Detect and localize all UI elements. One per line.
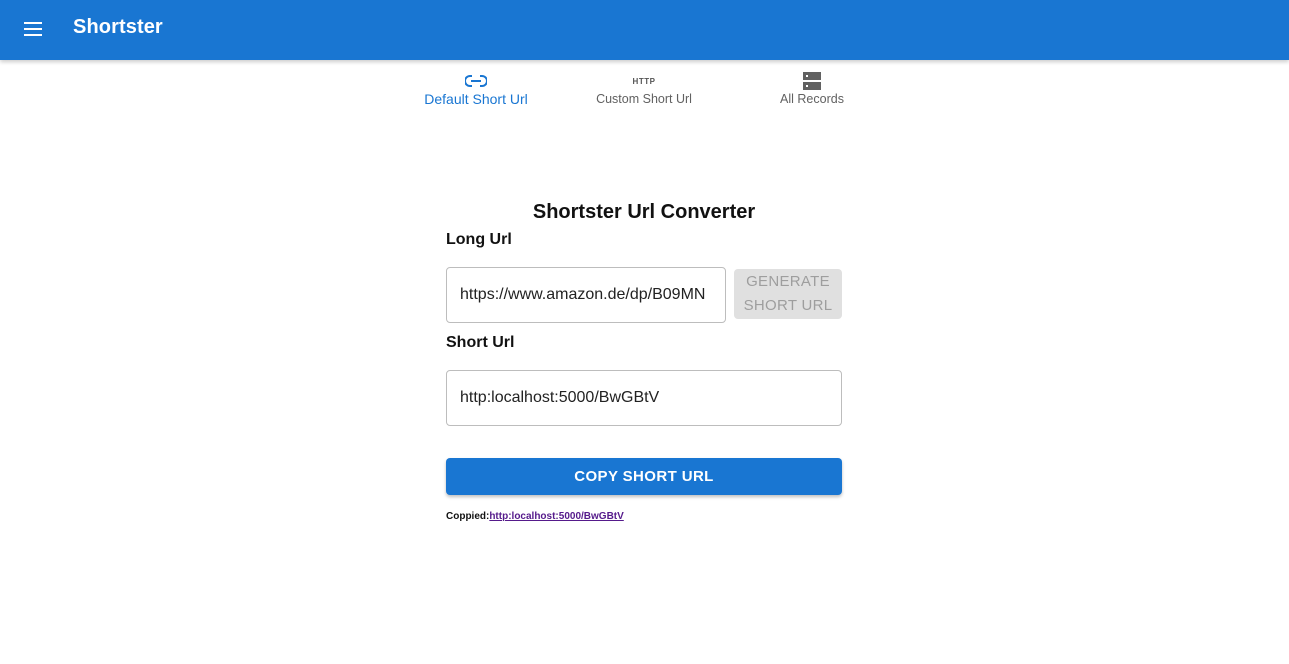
copied-status: Coppied:http:localhost:5000/BwGBtV [446, 511, 624, 522]
tab-label: Default Short Url [424, 91, 528, 107]
link-icon [465, 71, 487, 91]
short-url-input[interactable]: http:localhost:5000/BwGBtV [446, 370, 842, 426]
menu-button[interactable] [18, 14, 48, 44]
long-url-label: Long Url [446, 231, 512, 248]
tab-default-short-url[interactable]: Default Short Url [392, 60, 560, 120]
tab-all-records[interactable]: All Records [728, 60, 896, 120]
app-title: Shortster [73, 16, 163, 38]
generate-short-url-button[interactable]: Generate Short Url [734, 269, 842, 319]
short-url-label: Short Url [446, 334, 515, 351]
http-icon: HTTP [633, 71, 656, 91]
converter-heading: Shortster Url Converter [532, 201, 756, 223]
copied-prefix: Coppied: [446, 511, 490, 522]
app-bar: Shortster [0, 0, 1289, 60]
hamburger-menu-icon [24, 22, 42, 36]
copied-short-url-link[interactable]: http:localhost:5000/BwGBtV [489, 511, 623, 522]
tab-bar: Default Short Url HTTP Custom Short Url … [392, 60, 896, 120]
storage-icon [803, 71, 821, 91]
copy-short-url-button[interactable]: COPY SHORT URL [446, 458, 842, 495]
long-url-input[interactable]: https://www.amazon.de/dp/B09MN [446, 267, 726, 323]
tab-label: All Records [780, 92, 844, 106]
http-icon-text: HTTP [632, 76, 656, 86]
tab-label: Custom Short Url [596, 92, 692, 106]
tab-custom-short-url[interactable]: HTTP Custom Short Url [560, 60, 728, 120]
